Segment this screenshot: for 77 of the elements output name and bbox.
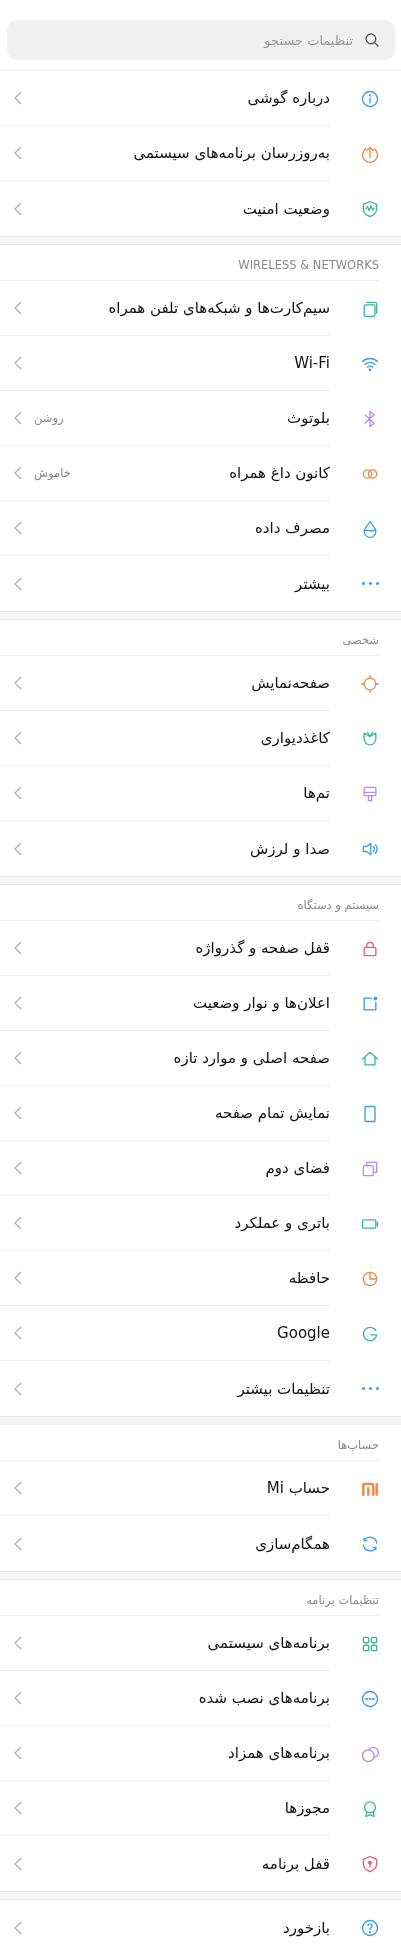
setting-label[interactable]: سیم‌کارت‌ها و شبکه‌های تلفن همراه (108, 299, 330, 317)
setting-label[interactable]: بلوتوث (287, 409, 330, 427)
setting-label[interactable]: تم‌ها (303, 784, 330, 802)
setting-label[interactable]: نمایش تمام صفحه (215, 1104, 330, 1122)
help-icon (360, 1917, 380, 1938)
chevron-icon[interactable] (14, 521, 22, 535)
setting-label[interactable]: کانون داغ همراه (229, 464, 330, 482)
setting-value: خاموش (34, 466, 71, 480)
setting-label[interactable]: اعلان‌ها و نوار وضعیت (193, 994, 330, 1012)
more-icon (361, 582, 379, 585)
chevron-icon[interactable] (14, 1051, 22, 1065)
chevron-icon[interactable] (14, 1326, 22, 1340)
setting-label[interactable]: وضعیت امنیت (242, 199, 330, 218)
chevron-icon[interactable] (14, 466, 22, 480)
setting-label[interactable]: تنظیمات بیشتر (237, 1379, 330, 1398)
chevron-icon[interactable] (14, 1856, 22, 1871)
chevron-icon[interactable] (14, 1746, 22, 1760)
search-field[interactable]: تنظیمات جستجو (7, 20, 395, 60)
chevron-icon[interactable] (14, 1801, 22, 1815)
chevron-icon[interactable] (14, 356, 22, 370)
section-header: شخصی (0, 620, 379, 656)
chevron-icon[interactable] (14, 1381, 22, 1396)
chevron-icon[interactable] (14, 1536, 22, 1551)
setting-label[interactable]: حافظه (288, 1269, 330, 1287)
info-icon (360, 88, 380, 109)
setting-label[interactable]: به‌روزرسان برنامه‌های سیستمی (133, 144, 330, 162)
section-header: WIRELESS & NETWORKS (0, 245, 379, 281)
setting-value: روشن (34, 411, 64, 425)
setting-label[interactable]: برنامه‌های نصب شده (198, 1689, 330, 1707)
chevron-icon[interactable] (14, 996, 22, 1010)
circle-dots-icon (360, 1688, 380, 1709)
shield-icon (360, 198, 380, 219)
chevron-icon[interactable] (14, 411, 22, 425)
sun-icon (360, 673, 380, 694)
chevron-icon[interactable] (14, 1691, 22, 1705)
chevron-icon[interactable] (14, 676, 22, 690)
setting-label[interactable]: حساب Mi (266, 1479, 330, 1497)
setting-label[interactable]: برنامه‌های سیستمی (207, 1634, 330, 1652)
chevron-icon[interactable] (14, 731, 22, 745)
chevron-icon[interactable] (14, 1106, 22, 1120)
chevron-icon[interactable] (14, 941, 22, 955)
setting-label[interactable]: Wi-Fi (294, 354, 330, 372)
setting-label[interactable]: برنامه‌های همزاد (228, 1744, 330, 1762)
setting-label[interactable]: قفل برنامه (261, 1854, 330, 1873)
more-icon (361, 1387, 379, 1390)
chevron-icon[interactable] (14, 1920, 22, 1935)
setting-label[interactable]: صدا و لرزش (250, 839, 330, 858)
setting-label[interactable]: صفحه‌نمایش (251, 674, 330, 692)
chevron-icon[interactable] (14, 576, 22, 591)
setting-label[interactable]: درباره گوشی (247, 89, 330, 107)
setting-label[interactable]: همگام‌سازی (255, 1534, 330, 1553)
chevron-icon[interactable] (14, 1636, 22, 1650)
chevron-icon[interactable] (14, 201, 22, 216)
chevron-icon[interactable] (14, 301, 22, 315)
chevron-icon[interactable] (14, 841, 22, 856)
chevron-icon[interactable] (14, 1161, 22, 1175)
chevron-icon[interactable] (14, 786, 22, 800)
sync-icon (360, 1533, 380, 1554)
setting-label[interactable]: صفحه اصلی و موارد تازه (173, 1049, 330, 1067)
setting-label[interactable]: کاغذدیواری (260, 729, 330, 747)
chevron-icon[interactable] (14, 1216, 22, 1230)
setting-label[interactable]: بیشتر (295, 574, 330, 593)
section-header: سیستم و دستگاه (0, 885, 379, 921)
setting-label[interactable]: باتری و عملکرد (234, 1214, 330, 1232)
chevron-icon[interactable] (14, 146, 22, 160)
section-header: حساب‌ها (0, 1425, 379, 1461)
shield-lock-icon (360, 1853, 380, 1874)
chevron-icon[interactable] (14, 91, 22, 105)
setting-label[interactable]: قفل صفحه و گذرواژه (195, 939, 330, 957)
setting-label[interactable]: بازخورد (283, 1918, 330, 1937)
setting-label[interactable]: مصرف داده (254, 519, 330, 537)
section-header: تنظیمات برنامه (0, 1580, 379, 1616)
setting-label[interactable]: مجوزها (284, 1799, 330, 1817)
setting-label[interactable]: فضای دوم (265, 1159, 330, 1177)
chevron-icon[interactable] (14, 1481, 22, 1495)
setting-label[interactable]: Google (277, 1324, 330, 1342)
chevron-icon[interactable] (14, 1271, 22, 1285)
